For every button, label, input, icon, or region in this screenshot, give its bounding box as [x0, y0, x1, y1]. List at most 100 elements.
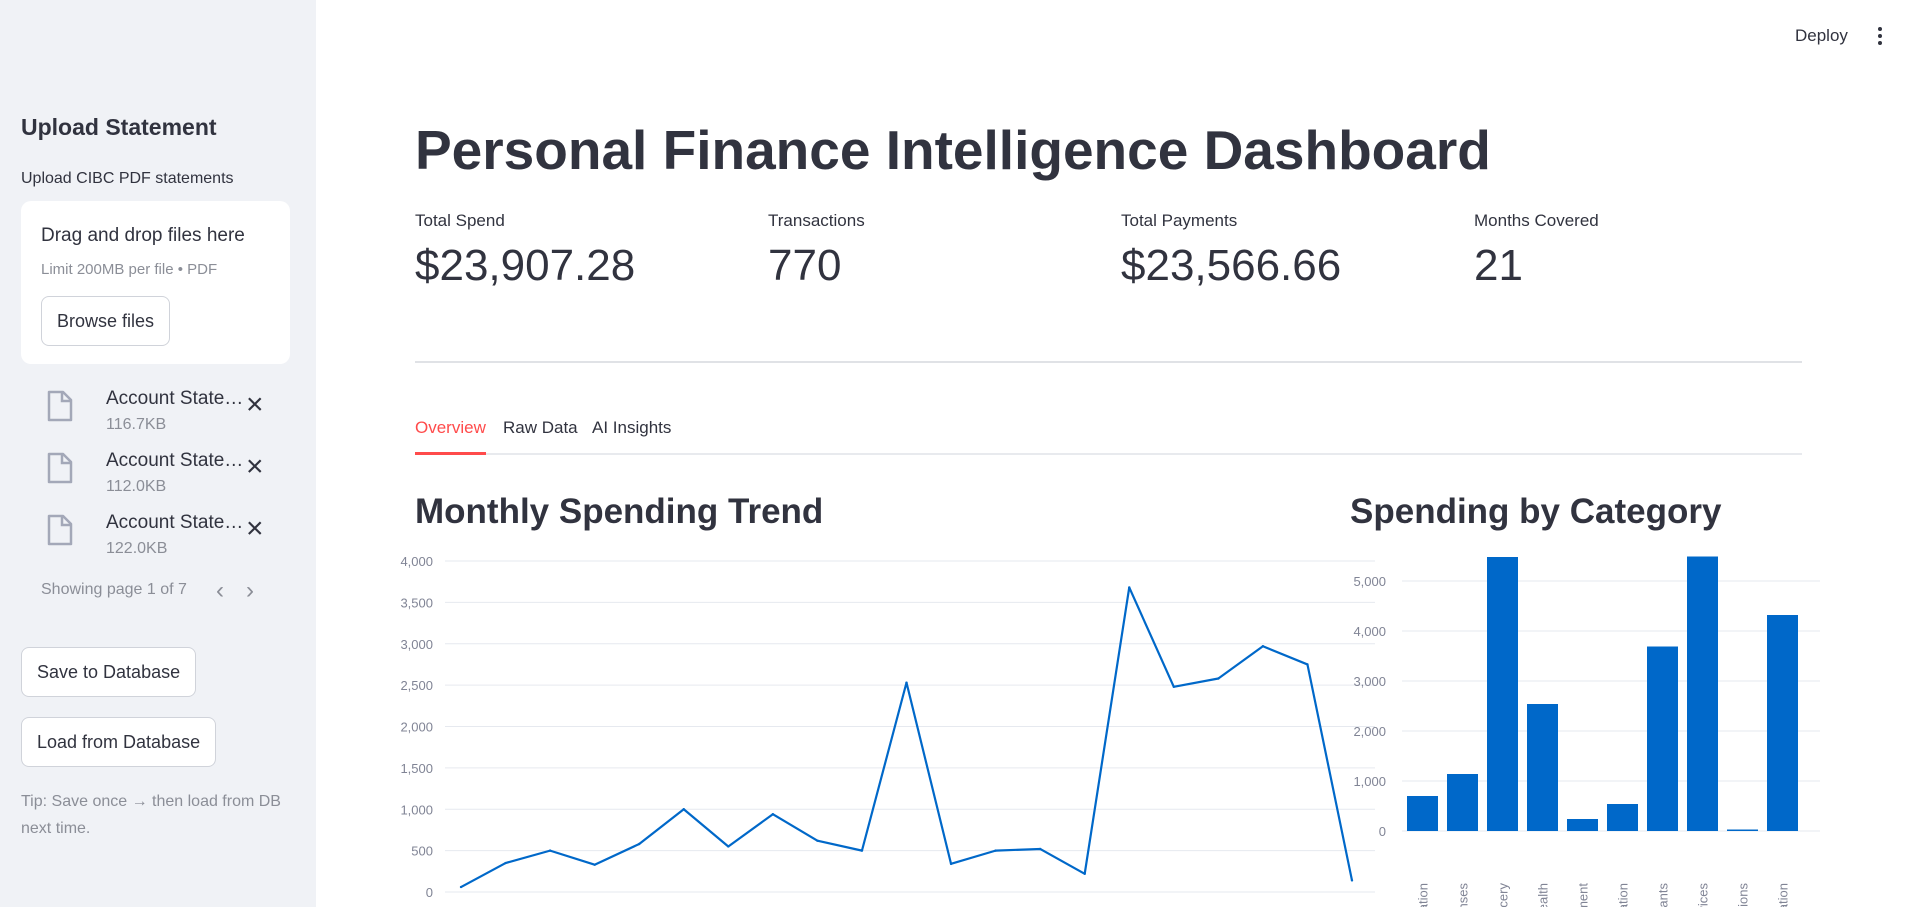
- pager-text: Showing page 1 of 7: [41, 581, 187, 598]
- x-tick-label: enses: [1456, 883, 1471, 907]
- data-point: [548, 849, 552, 852]
- remove-file-icon[interactable]: ×: [246, 514, 264, 544]
- load-from-database-button[interactable]: Load from Database: [21, 717, 217, 767]
- x-tick-label: urants: [1656, 883, 1671, 907]
- tip-text: Tip: Save once → then load from DB next …: [21, 793, 281, 837]
- bar-chart-title: Spending by Category: [1350, 492, 1722, 531]
- bar: [1567, 819, 1598, 831]
- bar: [1767, 615, 1798, 831]
- metric-label: Total Payments: [1121, 211, 1238, 230]
- file-size: 122.0KB: [106, 540, 168, 557]
- y-tick-label: 2,000: [1353, 724, 1386, 739]
- data-point: [905, 681, 908, 684]
- x-tick-label: cation: [1416, 883, 1431, 907]
- bar-chart: 0 1,000 2,000 3,000 4,000 5,000 cation enses roc…: [1353, 556, 1820, 907]
- divider: [415, 361, 1802, 363]
- x-tick-label: eation: [1616, 883, 1631, 907]
- data-point: [638, 842, 641, 846]
- chevron-left-icon[interactable]: ‹: [216, 577, 224, 605]
- bar: [1647, 646, 1678, 831]
- data-point: [771, 813, 775, 816]
- metric-value: $23,907.28: [415, 241, 636, 290]
- more-menu-icon[interactable]: [1872, 24, 1888, 48]
- bar: [1527, 704, 1558, 831]
- data-point: [994, 849, 997, 852]
- y-tick-label: 500: [411, 844, 433, 859]
- y-tick-label: 0: [1379, 824, 1386, 839]
- data-point: [1306, 663, 1309, 666]
- x-tick-label: rocery: [1496, 883, 1511, 907]
- y-tick-label: 2,000: [400, 720, 433, 735]
- data-point: [816, 839, 819, 842]
- main-content: Deploy Personal Finance Intelligence Das…: [316, 0, 1910, 907]
- data-point: [593, 863, 596, 866]
- y-tick-label: 1,500: [400, 761, 433, 776]
- tab-raw-data[interactable]: Raw Data: [503, 418, 578, 455]
- data-point: [459, 885, 463, 889]
- file-icon: [47, 514, 73, 546]
- sidebar: Upload Statement Upload CIBC PDF stateme…: [0, 0, 316, 907]
- data-point: [1083, 872, 1086, 875]
- dropzone-limit: Limit 200MB per file • PDF: [41, 261, 218, 278]
- chevron-right-icon[interactable]: ›: [246, 577, 254, 605]
- bar: [1727, 829, 1758, 831]
- y-tick-label: 5,000: [1353, 574, 1386, 589]
- tab-bar: Overview Raw Data AI Insights: [415, 418, 1802, 455]
- data-point: [1128, 586, 1131, 589]
- uploader-label: Upload CIBC PDF statements: [21, 170, 234, 187]
- metric-label: Transactions: [768, 211, 865, 230]
- y-tick-label: 4,000: [400, 554, 433, 569]
- bar: [1607, 804, 1638, 831]
- file-name: Account Statement: [106, 388, 250, 409]
- deploy-button[interactable]: Deploy: [1795, 26, 1848, 46]
- y-tick-label: 3,000: [1353, 674, 1386, 689]
- metric-label: Months Covered: [1474, 211, 1599, 230]
- data-point: [1038, 847, 1042, 851]
- y-tick-label: 3,000: [400, 637, 433, 652]
- bar: [1687, 556, 1718, 831]
- data-point: [860, 849, 864, 852]
- bar: [1447, 774, 1478, 831]
- bar: [1407, 796, 1438, 831]
- metric-total-payments: Total Payments $23,566.66: [1121, 211, 1341, 291]
- file-size: 116.7KB: [106, 416, 167, 433]
- y-tick-label: 3,500: [400, 595, 433, 610]
- y-tick-label: 1,000: [400, 802, 433, 817]
- tab-ai-insights[interactable]: AI Insights: [592, 418, 671, 455]
- metric-total-spend: Total Spend $23,907.28: [415, 211, 635, 291]
- browse-files-button[interactable]: Browse files: [41, 296, 171, 346]
- data-point: [1172, 685, 1175, 688]
- metric-value: 21: [1474, 241, 1523, 290]
- remove-file-icon[interactable]: ×: [246, 452, 264, 482]
- data-point: [727, 845, 730, 848]
- tab-overview[interactable]: Overview: [415, 418, 486, 455]
- uploaded-file-item: Account Statement 122.0KB ×: [46, 510, 286, 562]
- x-tick-label: ement: [1576, 883, 1591, 907]
- data-point: [1217, 677, 1220, 680]
- sidebar-title: Upload Statement: [21, 114, 217, 140]
- series-line: [460, 586, 1354, 889]
- uploaded-file-item: Account Statement 116.7KB ×: [46, 386, 286, 438]
- line-chart: 0 500 1,000 1,500 2,000 2,500 3,000 3,500 4,000: [400, 554, 1375, 900]
- y-tick-label: 0: [426, 885, 433, 900]
- metric-months-covered: Months Covered 21: [1474, 211, 1599, 291]
- file-name: Account Statement: [106, 512, 250, 533]
- metric-value: 770: [768, 241, 842, 290]
- data-point: [1261, 645, 1265, 648]
- file-icon: [47, 452, 73, 484]
- save-to-database-button[interactable]: Save to Database: [21, 647, 197, 697]
- remove-file-icon[interactable]: ×: [246, 390, 264, 420]
- metric-value: $23,566.66: [1121, 241, 1342, 290]
- page-title: Personal Finance Intelligence Dashboard: [415, 119, 1491, 181]
- file-icon: [47, 390, 73, 422]
- data-point: [949, 862, 953, 866]
- y-tick-label: 2,500: [400, 678, 433, 693]
- x-tick-label: Health: [1536, 883, 1551, 907]
- y-tick-label: 1,000: [1353, 774, 1386, 789]
- app-root: Upload Statement Upload CIBC PDF stateme…: [0, 0, 1910, 907]
- y-tick-label: 4,000: [1353, 624, 1386, 639]
- file-dropzone[interactable]: Drag and drop files here Limit 200MB per…: [21, 201, 290, 364]
- uploaded-file-item: Account Statement 112.0KB ×: [46, 448, 286, 500]
- bar: [1487, 557, 1518, 831]
- data-point: [682, 808, 685, 811]
